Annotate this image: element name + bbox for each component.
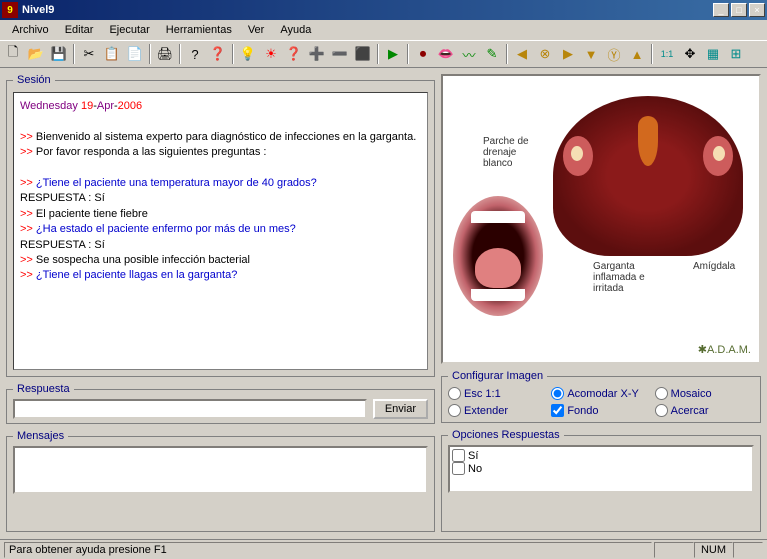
separator xyxy=(506,44,508,64)
target-icon[interactable]: ⊗ xyxy=(534,43,556,65)
toolbar: 🗋 📂 💾 ✂ 📋 📄 🖨 ? ❓ 💡 ☀ ❓ ➕ ➖ ⬛ ▶ ⏺ 👄 〰 ✎ … xyxy=(0,40,767,68)
close-button[interactable]: × xyxy=(749,3,765,17)
label-si: Sí xyxy=(468,450,478,462)
mouth-open-shape xyxy=(453,196,543,316)
app-icon: 9 xyxy=(2,2,18,18)
label-esc: Esc 1:1 xyxy=(464,388,501,400)
copy-icon[interactable]: 📋 xyxy=(101,43,123,65)
image-panel: Parche de drenaje blanco Garganta inflam… xyxy=(441,74,761,364)
radio-mosaico[interactable] xyxy=(655,387,668,400)
new-icon[interactable]: 🗋 xyxy=(2,43,24,65)
adam-logo: ✱A.D.A.M. xyxy=(698,343,751,356)
open-icon[interactable]: 📂 xyxy=(25,43,47,65)
uvula-shape xyxy=(638,116,658,166)
session-legend: Sesión xyxy=(13,74,55,86)
label-acomodar: Acomodar X-Y xyxy=(567,388,639,400)
label-fondo: Fondo xyxy=(567,405,598,417)
throat-diagram: Parche de drenaje blanco Garganta inflam… xyxy=(443,76,759,362)
paste-icon[interactable]: 📄 xyxy=(124,43,146,65)
save-icon[interactable]: 💾 xyxy=(48,43,70,65)
status-help: Para obtener ayuda presione F1 xyxy=(4,542,652,558)
down-icon[interactable]: ▼ xyxy=(580,43,602,65)
statusbar: Para obtener ayuda presione F1 NUM xyxy=(0,539,767,559)
check-no[interactable] xyxy=(452,462,465,475)
pencil-icon[interactable]: ✎ xyxy=(481,43,503,65)
respuesta-panel: Respuesta Enviar xyxy=(6,383,435,424)
status-empty1 xyxy=(654,542,694,558)
right-yellow-icon[interactable]: ▶ xyxy=(557,43,579,65)
ratio-icon[interactable]: 1:1 xyxy=(656,43,678,65)
enviar-button[interactable]: Enviar xyxy=(373,399,428,419)
status-empty2 xyxy=(733,542,763,558)
respuesta-legend: Respuesta xyxy=(13,383,74,395)
minimize-button[interactable]: _ xyxy=(713,3,729,17)
separator xyxy=(73,44,75,64)
config-img-legend: Configurar Imagen xyxy=(448,370,547,382)
label-parche: Parche de drenaje blanco xyxy=(483,136,543,169)
record-icon[interactable]: ⏺ xyxy=(412,43,434,65)
config-img-panel: Configurar Imagen Esc 1:1 Acomodar X-Y M… xyxy=(441,370,761,423)
maximize-button[interactable]: □ xyxy=(731,3,747,17)
opciones-legend: Opciones Respuestas xyxy=(448,429,564,441)
help-icon[interactable]: ? xyxy=(184,43,206,65)
left-yellow-icon[interactable]: ◀ xyxy=(511,43,533,65)
mensajes-panel: Mensajes xyxy=(6,430,435,532)
cut-icon[interactable]: ✂ xyxy=(78,43,100,65)
check-fondo[interactable] xyxy=(551,404,564,417)
label-acercar: Acercar xyxy=(671,405,709,417)
grid-icon[interactable]: ▦ xyxy=(702,43,724,65)
circle-y-icon[interactable]: Ⓨ xyxy=(603,43,625,65)
play-icon[interactable]: ▶ xyxy=(382,43,404,65)
respuesta-input[interactable] xyxy=(13,399,367,419)
separator xyxy=(232,44,234,64)
radio-acomodar[interactable] xyxy=(551,387,564,400)
up-icon[interactable]: ▲ xyxy=(626,43,648,65)
window-title: Nivel9 xyxy=(22,4,713,16)
content-area: Sesión Wednesday 19-Apr-2006>> Bienvenid… xyxy=(0,68,767,538)
menu-ejecutar[interactable]: Ejecutar xyxy=(101,22,157,38)
separator xyxy=(149,44,151,64)
radio-acercar[interactable] xyxy=(655,404,668,417)
minus-icon[interactable]: ➖ xyxy=(329,43,351,65)
label-mosaico: Mosaico xyxy=(671,388,712,400)
menu-ver[interactable]: Ver xyxy=(240,22,273,38)
titlebar: 9 Nivel9 _ □ × xyxy=(0,0,767,20)
mouth-icon[interactable]: 👄 xyxy=(435,43,457,65)
plus-icon[interactable]: ➕ xyxy=(306,43,328,65)
question-green-icon[interactable]: ❓ xyxy=(283,43,305,65)
patch-right-shape xyxy=(713,146,725,161)
mensajes-legend: Mensajes xyxy=(13,430,68,442)
separator xyxy=(407,44,409,64)
check-si[interactable] xyxy=(452,449,465,462)
wave-icon[interactable]: 〰 xyxy=(458,43,480,65)
stop-icon[interactable]: ⬛ xyxy=(352,43,374,65)
opciones-panel: Opciones Respuestas Sí No xyxy=(441,429,761,532)
label-no: No xyxy=(468,463,482,475)
separator xyxy=(179,44,181,64)
opciones-box: Sí No xyxy=(448,445,754,493)
print-icon[interactable]: 🖨 xyxy=(154,43,176,65)
radio-esc[interactable] xyxy=(448,387,461,400)
radio-extender[interactable] xyxy=(448,404,461,417)
session-log[interactable]: Wednesday 19-Apr-2006>> Bienvenido al si… xyxy=(13,92,428,370)
whats-this-icon[interactable]: ❓ xyxy=(207,43,229,65)
menu-ayuda[interactable]: Ayuda xyxy=(272,22,319,38)
label-extender: Extender xyxy=(464,405,508,417)
label-amigdala: Amígdala xyxy=(693,261,735,272)
patch-left-shape xyxy=(571,146,583,161)
grid2-icon[interactable]: ⊞ xyxy=(725,43,747,65)
mensajes-box[interactable] xyxy=(13,446,428,494)
separator xyxy=(651,44,653,64)
menu-archivo[interactable]: Archivo xyxy=(4,22,57,38)
menubar: Archivo Editar Ejecutar Herramientas Ver… xyxy=(0,20,767,40)
status-num: NUM xyxy=(694,542,733,558)
session-panel: Sesión Wednesday 19-Apr-2006>> Bienvenid… xyxy=(6,74,435,377)
move-icon[interactable]: ✥ xyxy=(679,43,701,65)
sun-icon[interactable]: ☀ xyxy=(260,43,282,65)
menu-editar[interactable]: Editar xyxy=(57,22,102,38)
menu-herramientas[interactable]: Herramientas xyxy=(158,22,240,38)
separator xyxy=(377,44,379,64)
label-garganta: Garganta inflamada e irritada xyxy=(593,261,663,294)
bulb-icon[interactable]: 💡 xyxy=(237,43,259,65)
